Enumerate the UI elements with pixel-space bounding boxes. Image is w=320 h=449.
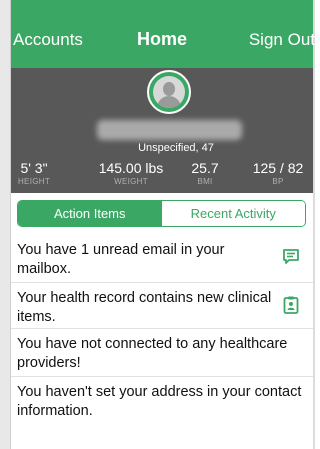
sign-out-button[interactable]: Sign Out	[249, 30, 315, 50]
stat-weight-value: 145.00 lbs	[98, 160, 164, 176]
list-item[interactable]: Your health record contains new clinical…	[11, 283, 313, 329]
app-screen: Accounts Home Sign Out Unspecified, 47 5…	[11, 0, 315, 449]
stat-bmi: 25.7 BMI	[179, 160, 231, 186]
message-icon	[283, 249, 299, 264]
accounts-button[interactable]: Accounts	[13, 30, 83, 50]
stat-bp-label: BP	[272, 177, 284, 186]
tab-recent-activity[interactable]: Recent Activity	[161, 201, 305, 226]
clipboard-icon	[283, 296, 299, 314]
stat-bp: 125 / 82 BP	[243, 160, 313, 186]
action-items-list: You have 1 unread email in your mailbox.…	[11, 235, 313, 425]
stat-height-value: 5' 3"	[20, 160, 48, 176]
stat-height-label: HEIGHT	[17, 177, 51, 186]
stat-bmi-value: 25.7	[191, 160, 219, 176]
stat-bp-value: 125 / 82	[252, 160, 304, 176]
tab-switcher: Action Items Recent Activity	[17, 200, 306, 227]
tab-action-items[interactable]: Action Items	[18, 201, 162, 226]
right-frame-edge	[313, 0, 315, 449]
vitals-row: 5' 3" HEIGHT 145.00 lbs WEIGHT 25.7 BMI …	[11, 160, 313, 190]
list-item-text: You haven't set your address in your con…	[17, 384, 302, 419]
stat-weight: 145.00 lbs WEIGHT	[86, 160, 176, 186]
left-frame-edge	[0, 0, 11, 449]
list-item-text: You have 1 unread email in your mailbox.	[17, 242, 225, 277]
list-item[interactable]: You haven't set your address in your con…	[11, 377, 313, 425]
stat-height: 5' 3" HEIGHT	[11, 160, 57, 186]
list-item[interactable]: You have 1 unread email in your mailbox.	[11, 235, 313, 283]
page-title: Home	[136, 29, 187, 49]
profile-header: Unspecified, 47 5' 3" HEIGHT 145.00 lbs …	[11, 68, 313, 193]
stat-weight-label: WEIGHT	[114, 177, 148, 186]
user-gender-age: Unspecified, 47	[138, 142, 214, 154]
list-item-text: Your health record contains new clinical…	[17, 290, 272, 325]
list-item[interactable]: You have not connected to any healthcare…	[11, 329, 313, 377]
stat-bmi-label: BMI	[197, 177, 213, 186]
redacted-user-name	[97, 120, 242, 140]
navigation-bar: Accounts Home Sign Out	[11, 0, 315, 68]
person-icon	[153, 76, 185, 108]
avatar[interactable]	[147, 70, 191, 114]
list-item-text: You have not connected to any healthcare…	[17, 336, 288, 371]
